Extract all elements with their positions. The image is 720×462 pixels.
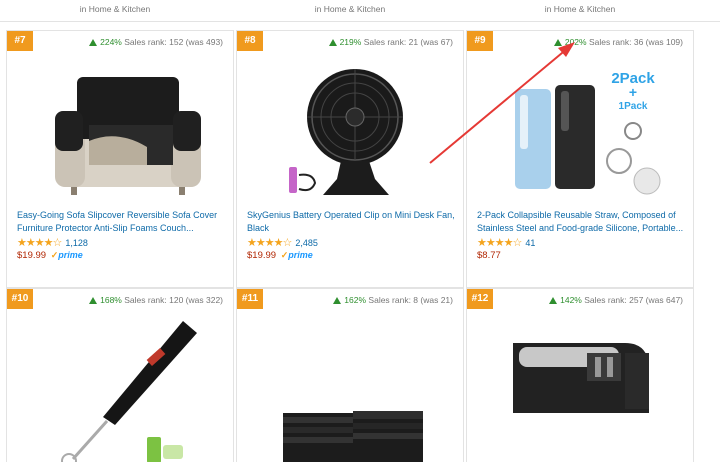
percent-change: 224% [100, 37, 122, 47]
category-label: in Home & Kitchen [79, 4, 151, 14]
image-text-plus: + [629, 84, 637, 100]
prime-badge: ✓prime [280, 250, 313, 260]
image-text-1pack: 1Pack [619, 101, 648, 112]
price-row: $19.99 ✓prime [247, 250, 313, 261]
up-arrow-icon [89, 39, 98, 46]
star-rating-icon: ★★★★☆ [247, 237, 292, 249]
rank-badge: #10 [7, 289, 33, 309]
sales-rank-change: 202% Sales rank: 36 (was 109) [553, 37, 683, 47]
sales-rank-change: 142% Sales rank: 257 (was 647) [549, 295, 683, 305]
product-image-clip-fan[interactable] [237, 55, 463, 205]
product-card[interactable]: #11 162% Sales rank: 8 (was 21) [236, 288, 464, 462]
product-title-link[interactable]: 2-Pack Collapsible Reusable Straw, Compo… [477, 209, 687, 235]
sales-rank: Sales rank: 8 (was 21) [368, 295, 453, 305]
rating[interactable]: ★★★★☆ 1,128 [17, 236, 88, 249]
product-card[interactable]: #7 224% Sales rank: 152 (was 493) Easy-G… [6, 30, 234, 288]
review-count[interactable]: 41 [525, 238, 535, 248]
review-count[interactable]: 1,128 [65, 238, 88, 248]
sales-rank-change: 168% Sales rank: 120 (was 322) [89, 295, 223, 305]
rank-badge: #11 [237, 289, 263, 309]
star-rating-icon: ★★★★☆ [477, 237, 522, 249]
up-arrow-icon [333, 297, 342, 304]
product-image-sofa-slipcover[interactable] [7, 55, 233, 205]
product-card[interactable]: #9 202% Sales rank: 36 (was 109) 2Pack +… [466, 30, 694, 288]
product-image-collapsible-straw[interactable]: 2Pack + 1Pack [467, 55, 693, 205]
percent-change: 142% [560, 295, 582, 305]
rank-badge: #8 [237, 31, 263, 51]
movers-grid: #7 224% Sales rank: 152 (was 493) Easy-G… [0, 30, 720, 462]
product-card[interactable]: #10 168% Sales rank: 120 (was 322) [6, 288, 234, 462]
percent-change: 162% [344, 295, 367, 305]
sales-rank-change: 162% Sales rank: 8 (was 21) [333, 295, 453, 305]
sales-rank: Sales rank: 120 (was 322) [124, 295, 223, 305]
product-image-knife-sharpener[interactable] [467, 313, 693, 462]
sales-rank: Sales rank: 36 (was 109) [588, 37, 683, 47]
top-category-strip: in Home & Kitchen in Home & Kitchen in H… [0, 0, 720, 22]
price: $19.99 [247, 250, 277, 261]
price-row: $8.77 [477, 250, 501, 261]
rating[interactable]: ★★★★☆ 41 [477, 236, 535, 249]
price: $19.99 [17, 250, 47, 261]
rank-badge: #7 [7, 31, 33, 51]
product-title-link[interactable]: Easy-Going Sofa Slipcover Reversible Sof… [17, 209, 227, 235]
percent-change: 202% [564, 37, 587, 47]
up-arrow-icon [549, 297, 558, 304]
price-row: $19.99 ✓prime [17, 250, 83, 261]
price: $8.77 [477, 250, 501, 261]
up-arrow-icon [328, 39, 337, 46]
sales-rank-change: 224% Sales rank: 152 (was 493) [89, 37, 223, 47]
category-label: in Home & Kitchen [314, 4, 386, 14]
product-card[interactable]: #12 142% Sales rank: 257 (was 647) [466, 288, 694, 462]
sales-rank: Sales rank: 152 (was 493) [124, 37, 223, 47]
star-rating-icon: ★★★★☆ [17, 237, 62, 249]
up-arrow-icon [553, 39, 562, 46]
up-arrow-icon [89, 297, 98, 304]
rank-badge: #12 [467, 289, 493, 309]
review-count[interactable]: 2,485 [295, 238, 318, 248]
percent-change: 168% [100, 295, 122, 305]
product-title-link[interactable]: SkyGenius Battery Operated Clip on Mini … [247, 209, 457, 235]
prime-badge: ✓prime [50, 250, 83, 260]
product-card[interactable]: #8 219% Sales rank: 21 (was 67) SkyGeniu… [236, 30, 464, 288]
percent-change: 219% [339, 37, 362, 47]
category-label: in Home & Kitchen [544, 4, 616, 14]
rating[interactable]: ★★★★☆ 2,485 [247, 236, 318, 249]
rank-badge: #9 [467, 31, 493, 51]
product-image-milk-frother[interactable] [7, 313, 233, 462]
sales-rank: Sales rank: 257 (was 647) [584, 295, 683, 305]
sales-rank: Sales rank: 21 (was 67) [363, 37, 453, 47]
sales-rank-change: 219% Sales rank: 21 (was 67) [328, 37, 453, 47]
product-image-black-towels[interactable] [237, 313, 463, 462]
